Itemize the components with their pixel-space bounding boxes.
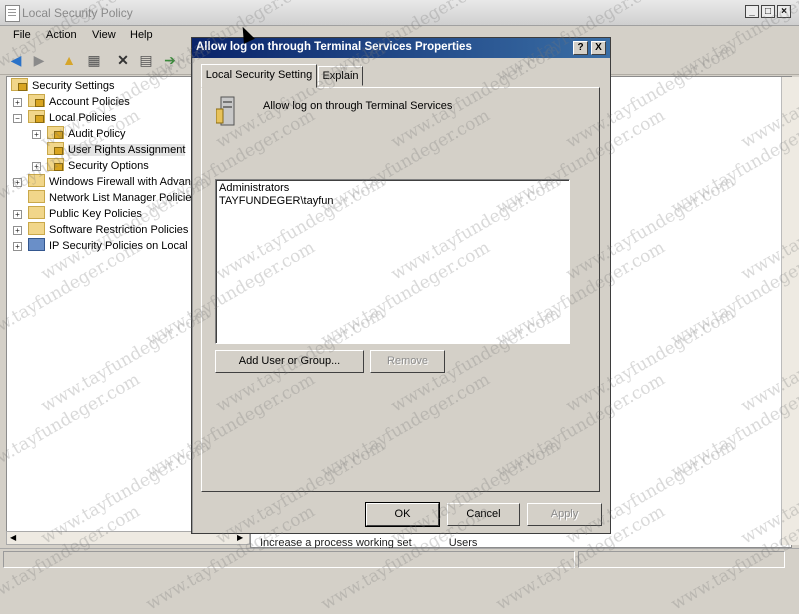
maximize-button[interactable]: □ [761, 5, 775, 18]
tree-item-label: Windows Firewall with Advanc [49, 176, 193, 188]
tree-item-label: Audit Policy [68, 128, 126, 140]
folder-icon [47, 158, 64, 171]
local-security-policy-icon [5, 5, 20, 22]
console-tree: Security Settings + Account Policies − L… [6, 76, 193, 532]
dialog-close-button[interactable]: X [591, 41, 606, 55]
status-bar [0, 548, 799, 569]
tab-explain[interactable]: Explain [318, 66, 363, 86]
tree-item-label: Network List Manager Policies [49, 192, 193, 204]
expand-icon[interactable]: + [32, 130, 41, 139]
collapse-icon[interactable]: − [13, 114, 22, 123]
tab-local-security-setting[interactable]: Local Security Setting [201, 64, 317, 88]
security-settings-icon [11, 78, 28, 91]
tree-item-security-options[interactable]: Security Options [47, 158, 149, 174]
dialog-title: Allow log on through Terminal Services P… [196, 41, 472, 53]
expand-icon[interactable]: + [13, 226, 22, 235]
dialog-titlebar: Allow log on through Terminal Services P… [192, 38, 610, 58]
tree-item-software-restriction[interactable]: Software Restriction Policies [28, 222, 188, 238]
expand-icon[interactable]: + [32, 162, 41, 171]
apply-button[interactable]: Apply [527, 503, 602, 526]
server-policy-icon [216, 96, 235, 126]
member-item[interactable]: TAYFUNDEGER\tayfun [219, 195, 334, 207]
folder-icon [28, 222, 45, 235]
tree-item-label: Account Policies [49, 96, 130, 108]
up-icon[interactable]: ▲ [60, 51, 78, 69]
folder-icon [28, 190, 45, 203]
minimize-button[interactable]: _ [745, 5, 759, 18]
expand-icon[interactable]: + [13, 178, 22, 187]
tree-item-label: User Rights Assignment [68, 144, 186, 156]
tree-item-label: Software Restriction Policies [49, 224, 189, 236]
tree-item-ip-security[interactable]: IP Security Policies on Local C [28, 238, 193, 254]
tree-item-audit-policy[interactable]: Audit Policy [47, 126, 125, 142]
back-icon[interactable]: ◀ [7, 51, 25, 69]
tree-item-security-settings[interactable]: Security Settings [11, 78, 115, 94]
tree-item-user-rights-assignment[interactable]: User Rights Assignment [47, 142, 186, 158]
add-user-or-group-button[interactable]: Add User or Group... [215, 350, 364, 373]
member-item[interactable]: Administrators [219, 182, 289, 194]
forward-icon[interactable]: ▶ [30, 51, 48, 69]
properties-icon[interactable]: ▤ [137, 51, 155, 69]
remove-button[interactable]: Remove [370, 350, 445, 373]
expand-icon[interactable]: + [13, 242, 22, 251]
status-pane [578, 551, 785, 568]
folder-icon [28, 206, 45, 219]
tree-item-windows-firewall[interactable]: Windows Firewall with Advanc [28, 174, 193, 190]
tree-item-label: Local Policies [49, 112, 117, 124]
tree-item-label: IP Security Policies on Local C [49, 240, 193, 252]
close-button[interactable]: × [777, 5, 791, 18]
folder-icon [28, 110, 45, 123]
list-vertical-scrollbar[interactable] [781, 77, 799, 545]
ip-security-icon [28, 238, 45, 251]
window-title: Local Security Policy [22, 6, 133, 20]
export-icon[interactable]: ➔ [161, 51, 179, 69]
members-listbox[interactable]: Administrators TAYFUNDEGER\tayfun [215, 179, 570, 344]
folder-icon [28, 174, 45, 187]
scroll-right-icon[interactable]: ▶ [237, 533, 243, 542]
menu-help[interactable]: Help [130, 29, 153, 41]
expand-icon[interactable]: + [13, 210, 22, 219]
cancel-button[interactable]: Cancel [447, 503, 520, 526]
tree-item-label: Public Key Policies [49, 208, 142, 220]
tree-item-local-policies[interactable]: Local Policies [28, 110, 116, 126]
window-titlebar: Local Security Policy _ □ × [0, 0, 799, 26]
tree-item-network-list-manager[interactable]: Network List Manager Policies [28, 190, 193, 206]
tree-item-account-policies[interactable]: Account Policies [28, 94, 130, 110]
expand-icon[interactable]: + [13, 98, 22, 107]
help-button[interactable]: ? [573, 41, 588, 55]
policy-name: Allow log on through Terminal Services [263, 100, 453, 112]
folder-icon [47, 126, 64, 139]
menu-action[interactable]: Action [46, 29, 77, 41]
scroll-left-icon[interactable]: ◀ [10, 533, 16, 542]
show-hide-tree-icon[interactable]: ▦ [85, 51, 103, 69]
tree-item-label: Security Settings [32, 80, 115, 92]
ok-button[interactable]: OK [365, 502, 440, 527]
menu-file[interactable]: File [13, 29, 31, 41]
folder-icon [47, 142, 64, 155]
properties-dialog: Allow log on through Terminal Services P… [191, 37, 611, 534]
status-pane [3, 551, 575, 568]
delete-icon[interactable]: ✕ [114, 51, 132, 69]
tree-item-label: Security Options [68, 160, 149, 172]
menu-view[interactable]: View [92, 29, 116, 41]
tree-item-public-key-policies[interactable]: Public Key Policies [28, 206, 142, 222]
folder-icon [28, 94, 45, 107]
